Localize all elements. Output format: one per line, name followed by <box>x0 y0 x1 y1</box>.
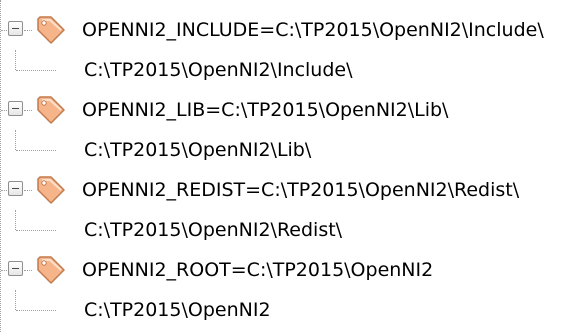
tree-node-value[interactable]: C:\TP2015\OpenNI2\Redist\ <box>0 210 575 250</box>
collapse-toggle-icon[interactable] <box>8 101 23 116</box>
tree-node-openni2-redist[interactable]: OPENNI2_REDIST=C:\TP2015\OpenNI2\Redist\ <box>0 170 575 210</box>
tag-icon <box>37 256 65 284</box>
node-value-label: C:\TP2015\OpenNI2\Lib\ <box>84 139 312 161</box>
tree-node-value[interactable]: C:\TP2015\OpenNI2\Include\ <box>0 50 575 90</box>
environment-variable-tree: OPENNI2_INCLUDE=C:\TP2015\OpenNI2\Includ… <box>0 0 575 332</box>
connector-line <box>16 310 56 311</box>
tag-icon <box>37 176 65 204</box>
tree-node-value[interactable]: C:\TP2015\OpenNI2\Lib\ <box>0 130 575 170</box>
connector-line <box>24 270 32 271</box>
tree-node-openni2-lib[interactable]: OPENNI2_LIB=C:\TP2015\OpenNI2\Lib\ <box>0 90 575 130</box>
tag-icon <box>37 16 65 44</box>
connector-line <box>24 110 32 111</box>
connector-line <box>15 50 16 70</box>
tree-node-openni2-root[interactable]: OPENNI2_ROOT=C:\TP2015\OpenNI2 <box>0 250 575 290</box>
collapse-toggle-icon[interactable] <box>8 181 23 196</box>
node-label: OPENNI2_REDIST=C:\TP2015\OpenNI2\Redist\ <box>82 179 520 201</box>
node-label: OPENNI2_LIB=C:\TP2015\OpenNI2\Lib\ <box>82 99 449 121</box>
node-value-label: C:\TP2015\OpenNI2\Include\ <box>84 59 353 81</box>
connector-line <box>16 70 56 71</box>
connector-line <box>15 210 16 230</box>
node-value-label: C:\TP2015\OpenNI2\Redist\ <box>84 219 343 241</box>
connector-line <box>16 230 56 231</box>
tag-icon <box>37 96 65 124</box>
collapse-toggle-icon[interactable] <box>8 21 23 36</box>
connector-line <box>16 150 56 151</box>
connector-line <box>24 190 32 191</box>
tree-node-value[interactable]: C:\TP2015\OpenNI2 <box>0 290 575 330</box>
node-value-label: C:\TP2015\OpenNI2 <box>84 299 271 321</box>
node-label: OPENNI2_ROOT=C:\TP2015\OpenNI2 <box>82 259 434 281</box>
connector-line <box>15 290 16 310</box>
node-label: OPENNI2_INCLUDE=C:\TP2015\OpenNI2\Includ… <box>82 19 544 41</box>
collapse-toggle-icon[interactable] <box>8 261 23 276</box>
connector-line <box>15 130 16 150</box>
connector-line <box>24 30 32 31</box>
tree-node-openni2-include[interactable]: OPENNI2_INCLUDE=C:\TP2015\OpenNI2\Includ… <box>0 10 575 50</box>
